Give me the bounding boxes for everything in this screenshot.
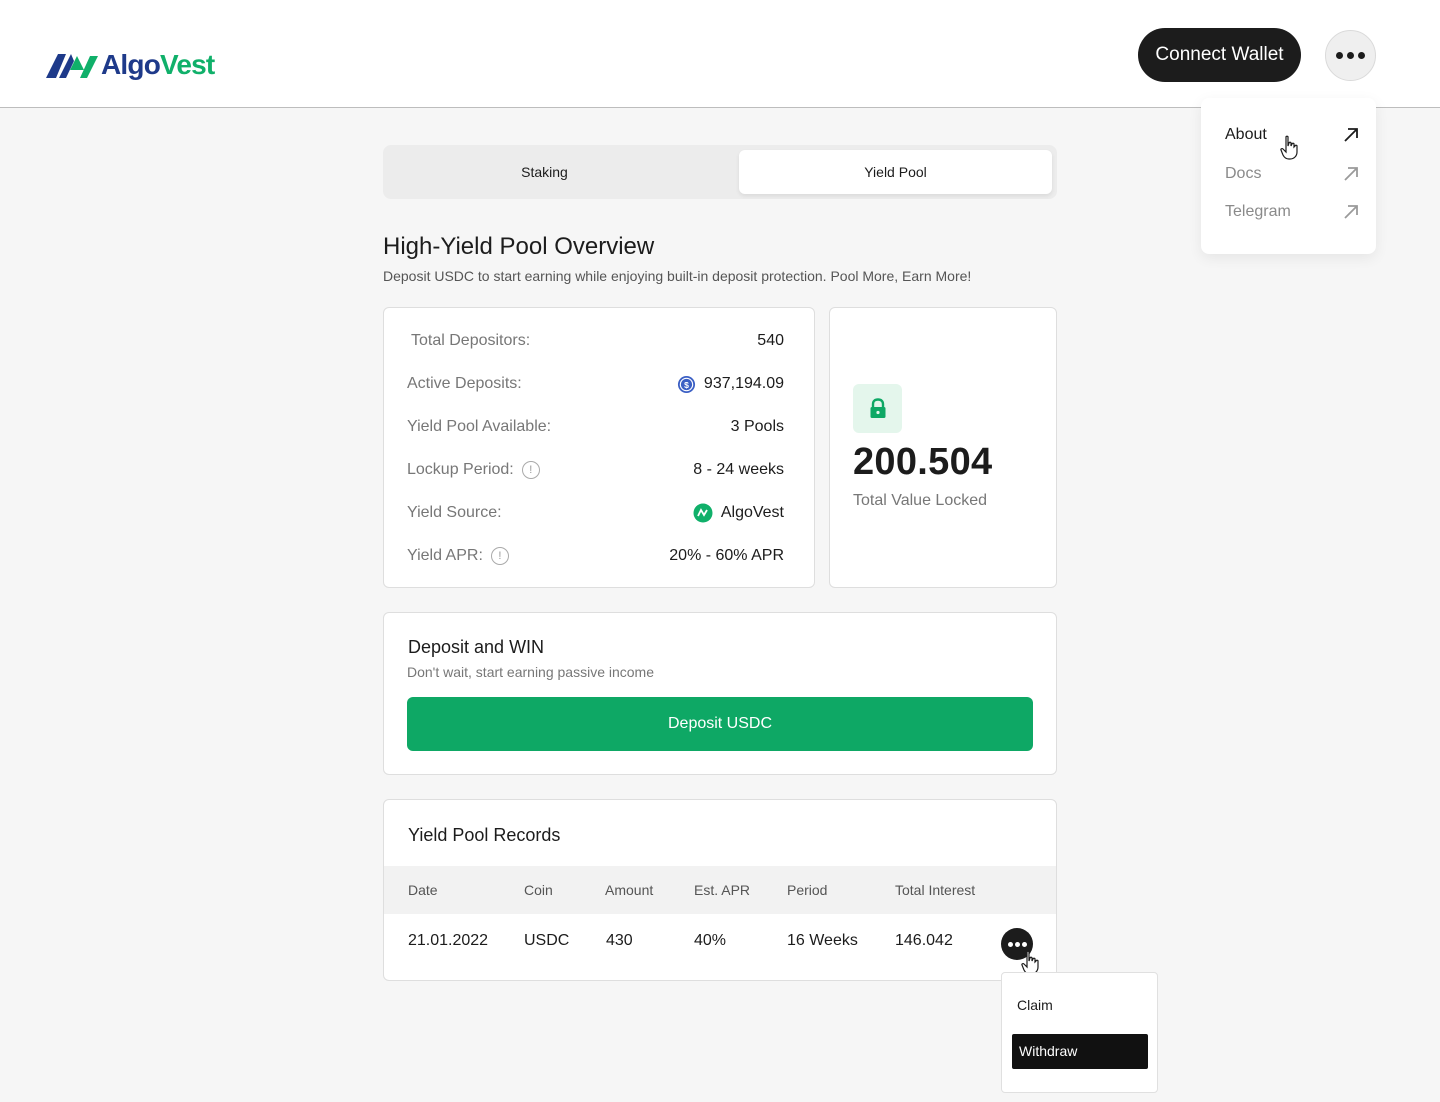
withdraw-menu-item[interactable]: Withdraw [1012,1034,1148,1069]
stat-label: Yield Source: [407,504,502,521]
stat-value-wrap: AlgoVest [693,503,784,523]
pool-stats-card: Total Depositors: 540 Active Deposits: $… [383,307,815,588]
more-dots-icon [1336,52,1365,59]
cell-period: 16 Weeks [787,932,858,949]
menu-item-label: Telegram [1225,203,1291,220]
column-header-amount: Amount [605,882,654,898]
column-header-apr: Est. APR [694,882,751,898]
menu-item-telegram[interactable]: Telegram [1225,198,1360,226]
deposit-card: Deposit and WIN Don't wait, start earnin… [383,612,1057,775]
stat-label-wrap: Yield APR: ! [407,547,509,565]
deposit-usdc-button[interactable]: Deposit USDC [407,697,1033,751]
menu-item-label: Docs [1225,165,1262,182]
stat-label: Total Depositors: [411,332,531,349]
tvl-value: 200.504 [853,441,993,483]
stat-label: Yield Pool Available: [407,418,552,435]
stat-value: 540 [757,332,784,349]
menu-item-label: About [1225,126,1267,143]
hand-cursor-icon [1280,135,1298,160]
pool-tabs: Staking Yield Pool [383,145,1057,199]
row-dots-icon [1007,941,1027,947]
connect-wallet-button[interactable]: Connect Wallet [1138,28,1301,82]
stat-row-total-depositors: Total Depositors: 540 [411,329,784,353]
lock-icon-box [853,384,902,433]
external-arrow-icon [1344,167,1358,181]
svg-text:$: $ [684,379,689,389]
lock-icon [870,397,885,418]
tvl-card: 200.504 Total Value Locked [829,307,1057,588]
cell-amount: 430 [606,932,633,949]
algovest-coin-icon [693,503,713,523]
stat-value: 8 - 24 weeks [693,461,784,478]
stat-label-wrap: Lockup Period: ! [407,461,540,479]
cell-date: 21.01.2022 [408,932,489,949]
cell-apr: 40% [694,932,727,949]
table-header: Date Coin Amount Est. APR Period Total I… [384,866,1056,914]
stat-row-yield-source: Yield Source: AlgoVest [407,501,784,525]
records-title: Yield Pool Records [408,825,561,845]
column-header-coin: Coin [524,882,553,898]
stat-row-lockup-period: Lockup Period: ! 8 - 24 weeks [407,458,784,482]
column-header-date: Date [408,882,438,898]
more-menu-button[interactable] [1325,30,1376,81]
stat-value: 20% - 60% APR [669,547,784,564]
header: AlgoVest Connect Wallet [0,0,1440,108]
stat-value: 937,194.09 [703,375,784,392]
algovest-logo[interactable]: AlgoVest [44,48,215,82]
info-icon[interactable]: ! [490,547,509,565]
page-title: High-Yield Pool Overview [383,233,655,260]
stat-row-yield-apr: Yield APR: ! 20% - 60% APR [407,544,784,568]
page-subtitle: Deposit USDC to start earning while enjo… [383,268,972,284]
stat-value-wrap: $ 937,194.09 [677,375,784,394]
more-dropdown-menu: About Docs Telegram [1201,98,1376,254]
stat-label: Lockup Period: [407,461,514,478]
claim-menu-item[interactable]: Claim [1017,997,1053,1013]
deposit-subtitle: Don't wait, start earning passive income [407,664,655,680]
logo-mark-icon [46,54,98,78]
yield-pool-records-card: Yield Pool Records Date Coin Amount Est.… [383,799,1057,981]
tab-yield-pool[interactable]: Yield Pool [739,150,1052,194]
usdc-coin-icon: $ [677,375,695,393]
tvl-label: Total Value Locked [853,492,988,509]
deposit-title: Deposit and WIN [408,637,545,657]
logo-text: AlgoVest [101,49,215,80]
tab-staking[interactable]: Staking [388,150,701,194]
stat-row-active-deposits: Active Deposits: $ 937,194.09 [407,372,784,396]
cell-interest: 146.042 [895,932,953,949]
cell-coin: USDC [524,932,570,949]
stat-row-pools-available: Yield Pool Available: 3 Pools [407,415,784,439]
stat-value: AlgoVest [720,504,784,521]
column-header-period: Period [787,882,828,898]
column-header-interest: Total Interest [895,882,976,898]
external-arrow-icon [1344,205,1358,219]
info-icon[interactable]: ! [521,461,540,479]
row-action-menu: Claim Withdraw [1001,972,1158,1093]
stat-value: 3 Pools [730,418,784,435]
menu-item-docs[interactable]: Docs [1225,160,1360,188]
stat-label: Yield APR: [407,547,483,564]
stat-label: Active Deposits: [407,375,522,392]
external-arrow-icon [1344,128,1358,142]
